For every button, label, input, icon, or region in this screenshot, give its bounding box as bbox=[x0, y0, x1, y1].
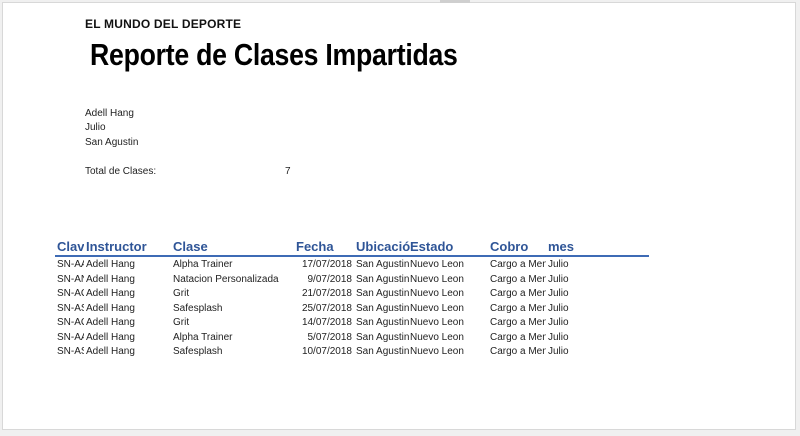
cell-cobro: Cargo a Men bbox=[490, 273, 546, 285]
report-month: Julio bbox=[85, 122, 106, 133]
cell-ubicacion: San Agustin bbox=[356, 259, 410, 270]
cell-fecha: 21/07/2018 bbox=[301, 288, 352, 299]
cell-mes: Julio bbox=[548, 317, 569, 328]
cell-fecha: 5/07/2018 bbox=[307, 331, 353, 343]
cell-cobro: Cargo a Men bbox=[490, 331, 546, 343]
cell-fecha: 14/07/2018 bbox=[301, 317, 352, 328]
cell-clave: SN-AA bbox=[57, 259, 84, 270]
cell-clase: Natacion Personalizada bbox=[173, 273, 279, 285]
cell-estado: Nuevo Leon bbox=[410, 331, 464, 343]
column-header-fecha: Fecha bbox=[296, 239, 334, 254]
cell-clase: Grit bbox=[173, 288, 190, 299]
cell-clase: Safesplash bbox=[173, 346, 223, 357]
cell-cobro: Cargo a Men bbox=[490, 259, 546, 270]
company-name: EL MUNDO DEL DEPORTE bbox=[85, 17, 242, 31]
cell-ubicacion: San Agustin bbox=[356, 346, 410, 357]
report-title: Reporte de Clases Impartidas bbox=[90, 37, 458, 72]
cell-clave: SN-AG bbox=[57, 317, 84, 328]
table-row: SN-AAAdell Hang Alpha Trainer 5/07/2018San… bbox=[0, 331, 800, 345]
table-row: SN-AGAdell Hang Grit 14/07/2018 San Agustin… bbox=[0, 316, 800, 330]
cell-clave: SN-AA bbox=[57, 331, 84, 343]
column-header-estado: Estado bbox=[410, 239, 454, 254]
table-row: SN-AGAdell Hang Grit 21/07/2018 San Agustin… bbox=[0, 287, 800, 301]
cell-fecha: 17/07/2018 bbox=[301, 259, 352, 270]
cell-clase: Grit bbox=[173, 317, 190, 328]
cell-ubicacion: San Agustin bbox=[356, 273, 410, 285]
cell-cobro: Cargo a Men bbox=[490, 317, 546, 328]
cell-clase: Safesplash bbox=[173, 302, 223, 314]
cell-fecha: 25/07/2018 bbox=[301, 302, 352, 314]
cell-instructor: Adell Hang bbox=[86, 346, 135, 357]
cell-ubicacion: San Agustin bbox=[356, 331, 410, 343]
cell-ubicacion: San Agustin bbox=[356, 288, 410, 299]
column-header-mes: mes bbox=[548, 239, 575, 254]
cell-ubicacion: San Agustin bbox=[356, 302, 410, 314]
table-row: SN-AAAdell Hang Alpha Trainer 17/07/2018 Sa… bbox=[0, 258, 800, 272]
cell-instructor: Adell Hang bbox=[86, 302, 135, 314]
column-header-cobro: Cobro bbox=[490, 239, 529, 254]
column-header-clave: Clav bbox=[57, 239, 84, 254]
report-location: San Agustin bbox=[85, 137, 139, 148]
table-row: SN-ASAdell Hang Safesplash 10/07/2018 San A… bbox=[0, 345, 800, 359]
cell-mes: Julio bbox=[548, 273, 569, 285]
cell-estado: Nuevo Leon bbox=[410, 259, 464, 270]
column-header-instructor: Instructor bbox=[86, 239, 147, 254]
cell-estado: Nuevo Leon bbox=[410, 273, 464, 285]
cell-estado: Nuevo Leon bbox=[410, 317, 464, 328]
cell-estado: Nuevo Leon bbox=[410, 346, 464, 357]
cell-instructor: Adell Hang bbox=[86, 288, 135, 299]
cell-clase: Alpha Trainer bbox=[173, 331, 233, 343]
cell-cobro: Cargo a Men bbox=[490, 288, 546, 299]
table-row: SN-ASAdell Hang Safesplash 25/07/2018 San A… bbox=[0, 302, 800, 316]
table-row: SN-ANAdell Hang Natacion Personalizada 9/0… bbox=[0, 273, 800, 287]
cell-estado: Nuevo Leon bbox=[410, 288, 464, 299]
cell-fecha: 10/07/2018 bbox=[301, 346, 352, 357]
header-rule bbox=[55, 255, 649, 257]
instructor-name: Adell Hang bbox=[85, 108, 134, 119]
cell-cobro: Cargo a Men bbox=[490, 346, 546, 357]
cell-clave: SN-AN bbox=[57, 273, 84, 285]
cell-ubicacion: San Agustin bbox=[356, 317, 410, 328]
cell-mes: Julio bbox=[548, 346, 569, 357]
cell-clave: SN-AG bbox=[57, 288, 84, 299]
cell-mes: Julio bbox=[548, 259, 569, 270]
cell-clave: SN-AS bbox=[57, 346, 84, 357]
cell-clase: Alpha Trainer bbox=[173, 259, 233, 270]
column-header-clase: Clase bbox=[173, 239, 208, 254]
cell-cobro: Cargo a Men bbox=[490, 302, 546, 314]
scroll-handle[interactable] bbox=[440, 0, 470, 3]
column-header-ubicacion: Ubicació bbox=[356, 239, 410, 254]
cell-mes: Julio bbox=[548, 302, 569, 314]
cell-mes: Julio bbox=[548, 331, 569, 343]
cell-instructor: Adell Hang bbox=[86, 259, 135, 270]
cell-instructor: Adell Hang bbox=[86, 331, 135, 343]
cell-estado: Nuevo Leon bbox=[410, 302, 464, 314]
total-label: Total de Clases: bbox=[85, 166, 157, 177]
cell-fecha: 9/07/2018 bbox=[307, 273, 353, 285]
cell-instructor: Adell Hang bbox=[86, 273, 135, 285]
total-value: 7 bbox=[285, 166, 291, 177]
cell-clave: SN-AS bbox=[57, 302, 84, 314]
cell-mes: Julio bbox=[548, 288, 569, 299]
cell-instructor: Adell Hang bbox=[86, 317, 135, 328]
